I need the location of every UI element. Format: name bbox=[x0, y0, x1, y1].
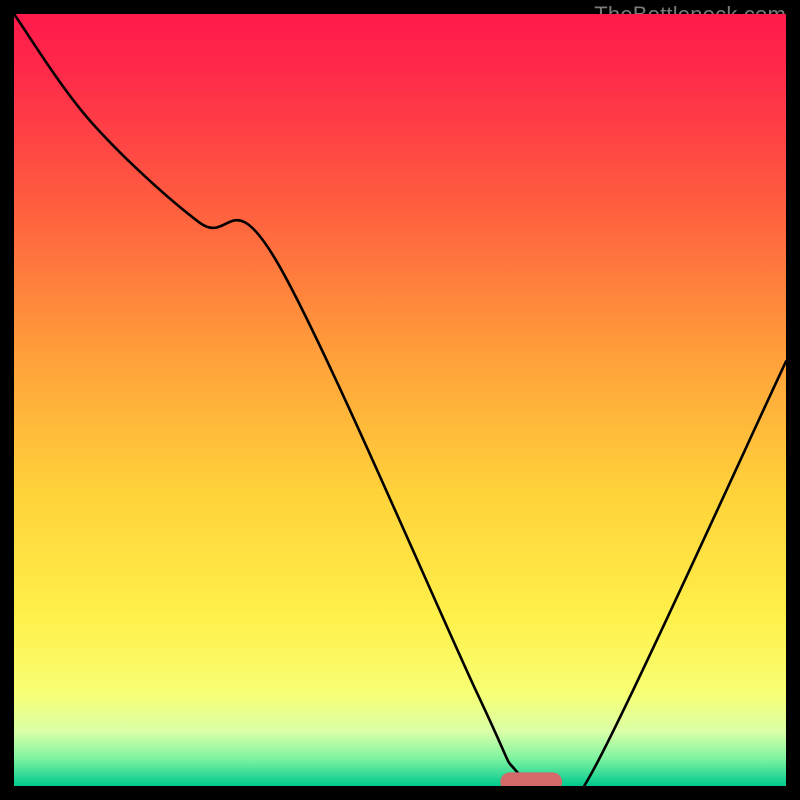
plot-area bbox=[14, 14, 786, 786]
chart-svg bbox=[14, 14, 786, 786]
chart-frame: TheBottleneck.com bbox=[0, 0, 800, 800]
optimum-marker bbox=[500, 772, 562, 786]
gradient-background bbox=[14, 14, 786, 786]
